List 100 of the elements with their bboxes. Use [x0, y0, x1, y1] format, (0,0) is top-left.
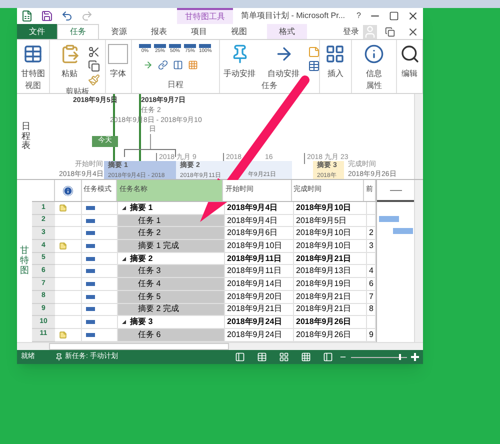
context-tab-group: 甘特图工具: [177, 8, 233, 24]
predecessor-cell: 3: [367, 240, 376, 253]
ribbon-tab[interactable]: 资源: [99, 24, 139, 39]
predecessor-cell: [367, 316, 376, 329]
start-cell: 2018年9月4日: [225, 202, 294, 215]
indent-icon: [143, 60, 153, 70]
task-name-cell[interactable]: 任务 5: [118, 290, 225, 304]
ribbon-button[interactable]: 字体: [104, 44, 132, 80]
collapse-icon[interactable]: [122, 206, 126, 210]
predecessor-cell: [367, 214, 376, 228]
finish-cell: 2018年9月19日: [294, 278, 367, 291]
undo-icon[interactable]: [61, 10, 73, 22]
app-icon: [21, 10, 33, 22]
finish-cell: 2018年9月5日: [294, 214, 367, 228]
ribbon-button[interactable]: 甘特图: [17, 44, 50, 80]
ribbon-button[interactable]: 粘贴: [56, 44, 84, 80]
font-icon: [108, 44, 128, 64]
task-name-cell[interactable]: 任务 6: [118, 328, 225, 342]
predecessor-cell: 6: [367, 278, 376, 291]
window-title: 简单项目计划 - Microsoft Pr...: [241, 10, 346, 22]
button-icon: [325, 44, 346, 64]
finish-cell: 2018年9月10日: [294, 202, 367, 215]
page-view-icon[interactable]: [323, 352, 333, 362]
format-painter-icon: [88, 74, 100, 86]
group-label: 视图: [25, 80, 42, 92]
start-cell: 2018年9月20日: [225, 290, 294, 304]
close-icon[interactable]: [407, 26, 419, 38]
task-name-cell[interactable]: 任务 2: [118, 227, 225, 240]
button-icon: [364, 44, 384, 64]
task-name-cell[interactable]: 任务 1: [118, 214, 225, 228]
zoom-thumb[interactable]: [398, 354, 401, 360]
pin-icon: [55, 353, 63, 361]
view-label: 甘特图: [20, 246, 29, 276]
task-name-cell[interactable]: 任务 3: [118, 265, 225, 278]
collapse-icon[interactable]: [122, 256, 126, 261]
ribbon-button[interactable]: 手动安排: [220, 44, 260, 80]
table-view-icon[interactable]: [257, 352, 267, 362]
collapse-icon[interactable]: [122, 320, 126, 324]
start-cell: 2018年9月14日: [225, 278, 294, 291]
predecessor-cell: 2: [367, 227, 376, 240]
finish-cell: 2018年9月10日: [294, 240, 367, 253]
task-name-cell[interactable]: 任务 4: [118, 278, 225, 291]
predecessor-cell: 4: [367, 265, 376, 278]
restore-icon[interactable]: [385, 26, 395, 36]
sign-in-link[interactable]: 登录: [339, 26, 363, 38]
horizontal-scrollbar[interactable]: [49, 343, 229, 350]
start-cell: 2018年9月21日: [225, 304, 294, 316]
gantt-view-icon[interactable]: [235, 352, 245, 362]
zoom-in-icon[interactable]: [411, 353, 419, 361]
ribbon-button[interactable]: 插入: [321, 44, 350, 80]
task-name-cell[interactable]: 摘要 2 完成: [118, 304, 225, 316]
grid-icon: [188, 60, 198, 70]
start-cell: 2018年9月4日: [225, 214, 294, 228]
start-cell: 2018年9月11日: [225, 252, 294, 266]
ribbon-tab[interactable]: 报表: [139, 24, 179, 39]
ribbon-tab[interactable]: 任务: [57, 24, 99, 39]
predecessor-cell: 7: [367, 290, 376, 304]
gantt-bar: [393, 228, 413, 234]
start-cell: 2018年9月24日: [225, 316, 294, 329]
button-icon: [400, 44, 420, 64]
info-icon: [62, 186, 73, 196]
ribbon-button[interactable]: 信息: [360, 44, 388, 80]
ribbon-button[interactable]: 自动安排: [264, 44, 304, 80]
note-icon: [59, 204, 67, 212]
ribbon-tab[interactable]: 视图: [219, 24, 259, 39]
start-cell: 2018年9月10日: [225, 240, 294, 253]
ribbon-tab[interactable]: 项目: [179, 24, 219, 39]
task-name-cell[interactable]: 摘要 1 完成: [118, 240, 225, 253]
scrollbar[interactable]: [414, 94, 423, 179]
timeline-label: 日程表: [22, 122, 30, 152]
note-icon: [59, 242, 67, 250]
maximize-icon[interactable]: [389, 11, 399, 21]
finish-cell: 2018年9月13日: [294, 265, 367, 278]
split-icon: [173, 60, 183, 70]
save-icon[interactable]: [41, 10, 53, 22]
copy-icon: [88, 60, 100, 72]
gantt-bar: [379, 216, 399, 222]
note-icon: [59, 330, 67, 339]
grid-view-icon[interactable]: [301, 352, 311, 362]
finish-cell: 2018年9月10日: [294, 227, 367, 240]
task-name-cell[interactable]: 摘要 2: [118, 252, 225, 266]
group-label: 日程: [167, 79, 184, 91]
cut-icon: [88, 46, 100, 58]
note-icon: [308, 46, 320, 58]
ribbon-tab[interactable]: 文件: [17, 24, 57, 39]
zoom-slider[interactable]: [351, 354, 407, 360]
form-view-icon[interactable]: [279, 352, 289, 362]
close-icon[interactable]: [407, 10, 419, 22]
finish-cell: 2018年9月21日: [294, 290, 367, 304]
finish-cell: 2018年9月26日: [294, 316, 367, 329]
group-label: 属性: [366, 80, 382, 92]
finish-cell: 2018年9月21日: [294, 304, 367, 316]
button-icon: [60, 44, 80, 64]
scrollbar[interactable]: [414, 180, 423, 342]
ribbon-tab[interactable]: 格式: [267, 24, 307, 39]
help-button[interactable]: ?: [352, 10, 365, 22]
task-name-cell[interactable]: 摘要 3: [118, 316, 225, 329]
ribbon-button[interactable]: 编辑: [396, 44, 424, 80]
predecessor-cell: 8: [367, 304, 376, 316]
table-icon: [308, 60, 320, 72]
